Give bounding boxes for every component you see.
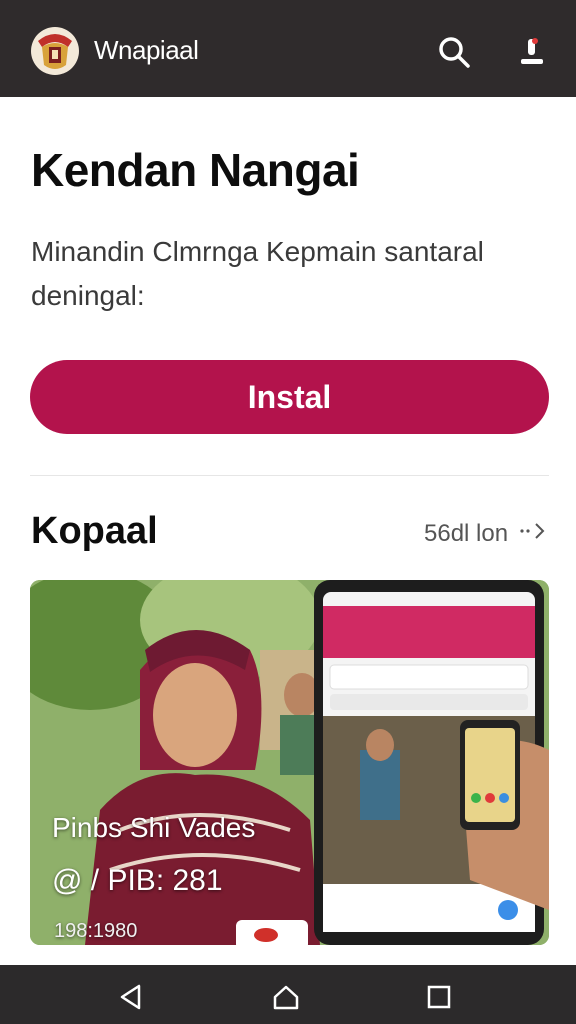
media-caption-title: Pinbs Shi Vades bbox=[52, 812, 256, 843]
emblem-logo-icon bbox=[30, 25, 80, 77]
recent-apps-icon[interactable] bbox=[425, 983, 453, 1011]
page-description: Minandin Clmrnga Kepmain santaral dening… bbox=[31, 236, 484, 311]
page-title: Kendan Nangai bbox=[31, 144, 360, 196]
user-icon[interactable] bbox=[514, 34, 550, 70]
app-title: Wnapiaal bbox=[94, 35, 199, 65]
section-title: Kopaal bbox=[31, 510, 158, 552]
home-icon[interactable] bbox=[272, 983, 300, 1011]
see-all-link[interactable]: 56dl lon bbox=[424, 520, 548, 548]
back-icon[interactable] bbox=[117, 983, 145, 1011]
install-button[interactable]: Instal bbox=[30, 360, 549, 434]
section-divider bbox=[30, 475, 549, 476]
system-navigation-bar bbox=[0, 965, 576, 1024]
search-icon[interactable] bbox=[436, 34, 472, 70]
media-caption-date: 198:1980 bbox=[54, 920, 138, 942]
top-app-bar: Wnapiaal bbox=[0, 0, 576, 97]
media-card[interactable]: Pinbs Shi Vades @ / PIB: 281 198:1980 bbox=[30, 580, 549, 945]
see-all-label: 56dl lon bbox=[424, 520, 509, 547]
chevron-right-icon bbox=[508, 520, 548, 548]
media-caption-stats: @ / PIB: 281 bbox=[52, 864, 223, 897]
